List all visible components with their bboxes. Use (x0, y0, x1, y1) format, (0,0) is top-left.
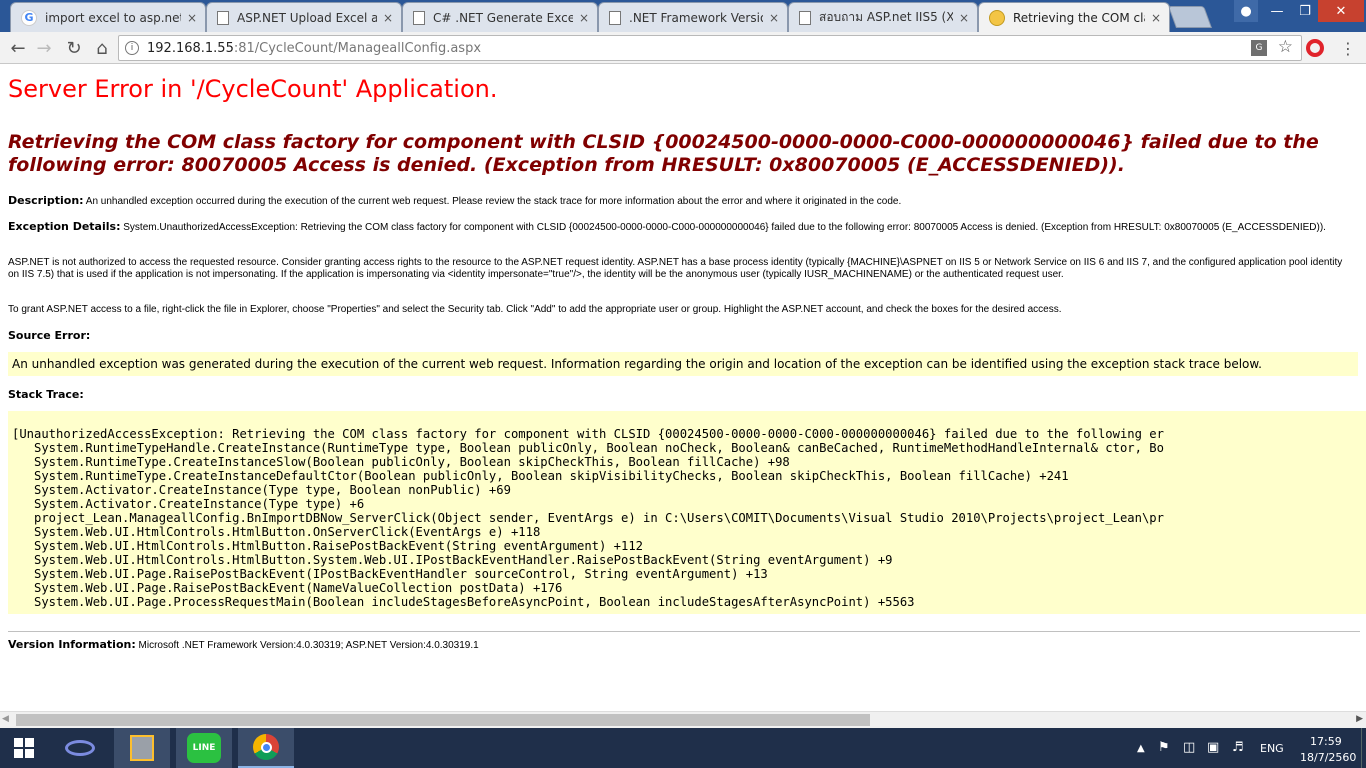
scrollbar-thumb[interactable] (16, 714, 870, 726)
url-host: 192.168.1.55 (147, 40, 234, 56)
line-app-icon: LINE (187, 733, 221, 763)
taskbar-chrome[interactable] (238, 728, 294, 768)
page-content: Server Error in '/CycleCount' Applicatio… (0, 65, 1366, 710)
taskbar-line-app[interactable]: LINE (176, 728, 232, 768)
browser-toolbar: ← → ↻ ⌂ i 192.168.1.55:81/CycleCount/Man… (0, 32, 1366, 64)
exception-details-paragraph: Exception Details: System.UnauthorizedAc… (8, 221, 1353, 234)
user-profile-icon[interactable]: ● (1234, 0, 1258, 22)
tab-title: import excel to asp.net - (45, 10, 181, 25)
stack-trace-label: Stack Trace: (8, 388, 84, 401)
source-error-box: An unhandled exception was generated dur… (8, 352, 1358, 376)
stack-trace-line: System.Activator.CreateInstance(Type typ… (12, 497, 365, 511)
info-icon[interactable]: i (125, 41, 139, 55)
tools-icon (130, 735, 154, 761)
tab-title: C# .NET Generate Excel ( (433, 10, 573, 25)
show-hidden-icons-icon[interactable]: ▲ (1137, 743, 1145, 754)
scroll-right-arrow-icon[interactable]: ▶ (1356, 714, 1363, 724)
back-arrow-icon[interactable]: ← (6, 36, 30, 60)
clock-time[interactable]: 17:59 (1310, 735, 1342, 748)
horizontal-scrollbar[interactable]: ◀ ▶ (0, 711, 1366, 728)
version-label: Version Information: (8, 638, 136, 651)
description-text: An unhandled exception occurred during t… (83, 196, 902, 207)
tab-import-excel[interactable]: G import excel to asp.net - × (10, 2, 206, 32)
document-icon (799, 10, 811, 25)
description-label: Description: (8, 194, 84, 207)
source-error-label: Source Error: (8, 329, 91, 342)
show-desktop-button[interactable] (1361, 728, 1366, 768)
stack-trace-line: System.RuntimeTypeHandle.CreateInstance(… (12, 441, 1164, 455)
tab-asp-upload-excel[interactable]: ASP.NET Upload Excel an × (206, 2, 402, 32)
action-center-flag-icon[interactable]: ⚑ (1158, 740, 1170, 755)
new-tab-button[interactable] (1167, 6, 1213, 28)
volume-icon[interactable]: ♬ (1232, 740, 1244, 755)
tab-retrieving-com[interactable]: Retrieving the COM class × (978, 2, 1170, 32)
stack-trace-line: System.Web.UI.Page.RaisePostBackEvent(IP… (12, 567, 768, 581)
clock-date[interactable]: 18/7/2560 (1300, 751, 1356, 764)
reload-icon[interactable]: ↻ (62, 36, 86, 60)
windows-start-button[interactable] (0, 728, 48, 768)
grant-access-paragraph: To grant ASP.NET access to a file, right… (8, 304, 1062, 315)
language-indicator[interactable]: ENG (1260, 742, 1284, 755)
tab-title: .NET Framework Version (629, 10, 763, 25)
close-icon[interactable]: × (959, 11, 969, 25)
stack-trace-line: System.Web.UI.Page.ProcessRequestMain(Bo… (12, 595, 915, 609)
chrome-icon (253, 734, 279, 760)
close-window-button[interactable]: ✕ (1318, 0, 1364, 22)
tab-title: Retrieving the COM class (1013, 10, 1145, 25)
address-bar[interactable]: i 192.168.1.55:81/CycleCount/ManageallCo… (118, 35, 1302, 61)
stack-trace-line: System.Web.UI.Page.RaisePostBackEvent(Na… (12, 581, 563, 595)
stack-trace-line: project_Lean.ManageallConfig.BnImportDBN… (12, 511, 1164, 525)
stack-trace-line: [UnauthorizedAccessException: Retrieving… (12, 427, 1164, 441)
tab-title: ASP.NET Upload Excel an (237, 10, 377, 25)
exception-details-text: System.UnauthorizedAccessException: Retr… (120, 222, 1326, 233)
scroll-left-arrow-icon[interactable]: ◀ (2, 714, 9, 724)
close-icon[interactable]: × (187, 11, 197, 25)
close-icon[interactable]: × (383, 11, 393, 25)
tab-title: สอบถาม ASP.net IIS5 (XP) (819, 10, 953, 24)
iis-icon (989, 9, 1005, 26)
close-icon[interactable]: × (1151, 11, 1161, 25)
error-heading: Retrieving the COM class factory for com… (8, 131, 1319, 176)
stack-trace-line: System.Web.UI.HtmlControls.HtmlButton.Sy… (12, 553, 893, 567)
stack-trace-line: System.Web.UI.HtmlControls.HtmlButton.Ra… (12, 539, 644, 553)
windows-logo-icon (14, 738, 34, 758)
close-icon[interactable]: × (579, 11, 589, 25)
menu-icon[interactable]: ⋮ (1338, 38, 1358, 58)
server-error-title: Server Error in '/CycleCount' Applicatio… (8, 75, 498, 103)
divider (8, 631, 1360, 632)
windows-taskbar: LINE ▲ ⚑ ◫ ▣ ♬ ENG 17:59 18/7/2560 (0, 728, 1366, 768)
network-icon[interactable]: ▣ (1207, 740, 1219, 755)
stack-trace-line: System.RuntimeType.CreateInstanceSlow(Bo… (12, 455, 790, 469)
opera-icon[interactable] (1306, 39, 1324, 57)
document-icon (217, 10, 229, 25)
bookmark-star-icon[interactable]: ☆ (1278, 37, 1293, 57)
tab-net-framework-version[interactable]: .NET Framework Version × (598, 2, 788, 32)
visual-studio-icon (65, 740, 95, 756)
document-icon (609, 10, 621, 25)
tab-csharp-generate-excel[interactable]: C# .NET Generate Excel ( × (402, 2, 598, 32)
usb-device-icon[interactable]: ◫ (1183, 740, 1195, 755)
document-icon (413, 10, 425, 25)
translate-icon[interactable]: G (1251, 40, 1267, 56)
maximize-button[interactable]: ❐ (1290, 0, 1320, 22)
google-g-icon: G (21, 9, 37, 26)
stack-trace-line: System.RuntimeType.CreateInstanceDefault… (12, 469, 1069, 483)
browser-tab-strip: G import excel to asp.net - × ASP.NET Up… (0, 0, 1366, 32)
exception-details-label: Exception Details: (8, 220, 121, 233)
minimize-button[interactable]: — (1262, 0, 1292, 22)
auth-paragraph: ASP.NET is not authorized to access the … (8, 257, 1343, 280)
stack-trace-line: System.Web.UI.HtmlControls.HtmlButton.On… (12, 525, 541, 539)
taskbar-visual-studio[interactable] (52, 728, 108, 768)
stack-trace-box: [UnauthorizedAccessException: Retrieving… (8, 411, 1366, 614)
home-icon[interactable]: ⌂ (90, 36, 114, 60)
description-paragraph: Description: An unhandled exception occu… (8, 195, 1353, 208)
tab-asp-iis5[interactable]: สอบถาม ASP.net IIS5 (XP) × (788, 2, 978, 32)
close-icon[interactable]: × (769, 11, 779, 25)
stack-trace-line: System.Activator.CreateInstance(Type typ… (12, 483, 511, 497)
version-information: Version Information: Microsoft .NET Fram… (8, 639, 1353, 652)
version-text: Microsoft .NET Framework Version:4.0.303… (135, 640, 479, 651)
forward-arrow-icon[interactable]: → (32, 36, 56, 60)
taskbar-tools-app[interactable] (114, 728, 170, 768)
url-path: :81/CycleCount/ManageallConfig.aspx (233, 40, 482, 56)
